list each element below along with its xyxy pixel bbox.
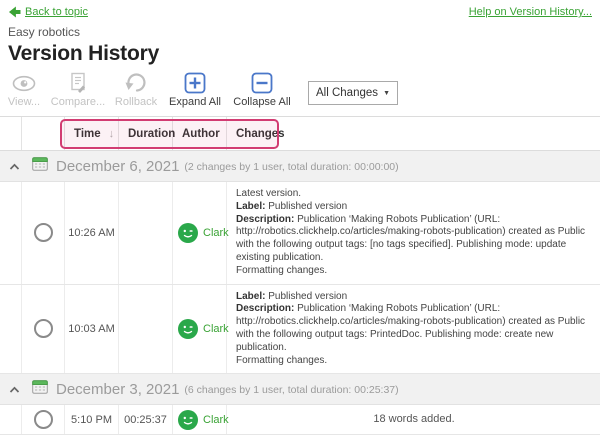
changes-cell: Label: Published version Description: Pu…: [227, 285, 600, 374]
change-line-text: Formatting changes.: [236, 355, 327, 366]
chevron-up-icon[interactable]: [9, 158, 20, 176]
version-radio[interactable]: [34, 223, 53, 242]
top-bar: Back to topic Help on Version History...: [0, 0, 600, 19]
row-expander-cell: [0, 182, 22, 284]
group-date: December 6, 2021: [56, 158, 179, 175]
column-header-time[interactable]: Time ↓: [65, 117, 119, 150]
row-select-cell: [22, 285, 65, 374]
group-header-dec-3[interactable]: December 3, 2021 (6 changes by 1 user, t…: [0, 374, 600, 405]
author-name[interactable]: Clark: [203, 227, 229, 239]
change-line-label: Label:: [236, 201, 265, 212]
column-header-duration[interactable]: Duration: [119, 117, 173, 150]
toolbar: View... Compare... Rollback Expand All C…: [0, 66, 600, 112]
time-cell: 10:03 AM: [65, 285, 119, 374]
chevron-up-icon[interactable]: [9, 381, 20, 399]
minus-square-icon: [251, 71, 273, 95]
author-name[interactable]: Clark: [203, 323, 229, 335]
expand-all-button[interactable]: Expand All: [166, 71, 224, 108]
rollback-button[interactable]: Rollback: [112, 71, 160, 108]
version-history-table: Time ↓ Duration Author Changes December …: [0, 116, 600, 435]
page-title: Version History: [8, 42, 600, 66]
undo-arrow-icon: [124, 71, 148, 95]
header-select-column: [22, 117, 65, 150]
changes-header-label: Changes: [236, 128, 285, 140]
collapse-all-button-label: Collapse All: [233, 96, 290, 108]
author-cell: Clark: [173, 405, 227, 434]
author-cell: Clark: [173, 182, 227, 284]
duration-cell: 00:25:37: [119, 405, 173, 434]
change-line-text: Published version: [265, 201, 347, 212]
compare-button[interactable]: Compare...: [50, 71, 106, 108]
back-arrow-icon: [8, 6, 21, 18]
eye-icon: [12, 71, 36, 95]
compare-button-label: Compare...: [51, 96, 105, 108]
table-row: 5:10 PM 00:25:37 Clark 18 words added.: [0, 405, 600, 435]
version-radio[interactable]: [34, 319, 53, 338]
change-line: Formatting changes.: [236, 265, 592, 278]
change-line-text: Formatting changes.: [236, 265, 327, 276]
change-line-text: Published version: [265, 291, 347, 302]
change-line-label: Label:: [236, 291, 265, 302]
duration-cell: [119, 182, 173, 284]
change-line-text: Latest version.: [236, 188, 301, 199]
time-header-label: Time: [74, 128, 101, 140]
row-expander-cell: [0, 405, 22, 434]
time-cell: 10:26 AM: [65, 182, 119, 284]
help-link[interactable]: Help on Version History...: [469, 6, 592, 18]
row-expander-cell: [0, 285, 22, 374]
sort-descending-icon: ↓: [109, 128, 115, 140]
change-line: Label: Published version: [236, 291, 592, 304]
table-row: 10:26 AM Clark Latest version. Label: Pu…: [0, 182, 600, 285]
rollback-button-label: Rollback: [115, 96, 157, 108]
avatar: [178, 319, 198, 339]
view-button[interactable]: View...: [4, 71, 44, 108]
calendar-icon: [32, 156, 48, 176]
author-cell: Clark: [173, 285, 227, 374]
change-line-text: 18 words added.: [373, 413, 454, 425]
group-date: December 3, 2021: [56, 381, 179, 398]
compare-document-icon: [68, 71, 88, 95]
change-line: Description: Publication ‘Making Robots …: [236, 303, 592, 354]
back-to-topic-link[interactable]: Back to topic: [8, 6, 88, 18]
changes-cell: 18 words added.: [227, 405, 600, 434]
author-header-label: Author: [182, 128, 220, 140]
change-line: Formatting changes.: [236, 355, 592, 368]
table-header-row: Time ↓ Duration Author Changes: [0, 116, 600, 151]
version-radio[interactable]: [34, 410, 53, 429]
row-select-cell: [22, 405, 65, 434]
group-summary: (2 changes by 1 user, total duration: 00…: [184, 159, 398, 173]
column-header-author[interactable]: Author: [173, 117, 227, 150]
change-line: Label: Published version: [236, 201, 592, 214]
change-line-label: Description:: [236, 303, 294, 314]
avatar: [178, 223, 198, 243]
change-line: 18 words added.: [373, 413, 454, 426]
change-line: Latest version.: [236, 188, 592, 201]
time-cell: 5:10 PM: [65, 405, 119, 434]
row-select-cell: [22, 182, 65, 284]
group-header-dec-6[interactable]: December 6, 2021 (2 changes by 1 user, t…: [0, 151, 600, 182]
table-row: 10:03 AM Clark Label: Published version …: [0, 285, 600, 375]
change-line-label: Description:: [236, 214, 294, 225]
calendar-icon: [32, 379, 48, 399]
author-name[interactable]: Clark: [203, 414, 229, 426]
view-button-label: View...: [8, 96, 40, 108]
changes-cell: Latest version. Label: Published version…: [227, 182, 600, 284]
change-line: Description: Publication ‘Making Robots …: [236, 214, 592, 265]
duration-cell: [119, 285, 173, 374]
chevron-down-icon: ▼: [383, 90, 390, 97]
column-header-changes[interactable]: Changes: [227, 117, 600, 150]
topic-name: Easy robotics: [8, 25, 600, 39]
group-summary: (6 changes by 1 user, total duration: 00…: [184, 382, 398, 396]
avatar: [178, 410, 198, 430]
changes-filter-dropdown[interactable]: All Changes ▼: [308, 81, 398, 105]
header-expander-column: [0, 117, 22, 150]
expand-all-button-label: Expand All: [169, 96, 221, 108]
changes-filter-value: All Changes: [316, 87, 378, 99]
collapse-all-button[interactable]: Collapse All: [230, 71, 294, 108]
back-to-topic-label: Back to topic: [25, 6, 88, 18]
duration-header-label: Duration: [128, 128, 175, 140]
plus-square-icon: [184, 71, 206, 95]
